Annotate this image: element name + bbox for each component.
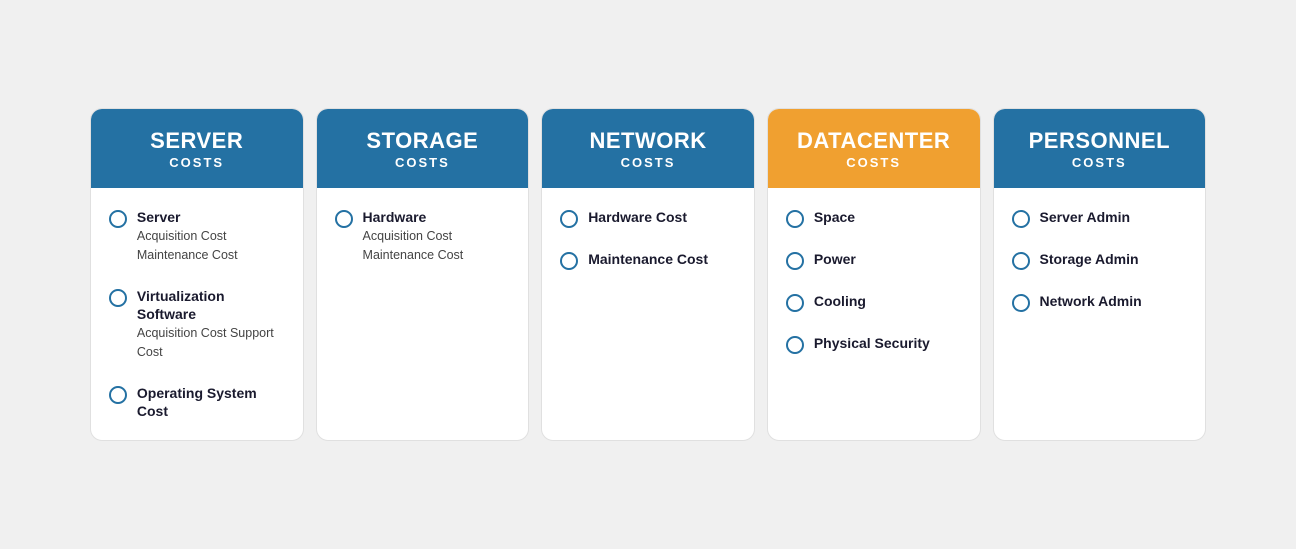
item-title: Hardware Cost bbox=[588, 208, 687, 226]
card-server: SERVER COSTS ServerAcquisition Cost Mainte… bbox=[90, 108, 304, 441]
circle-bullet-icon bbox=[109, 210, 127, 228]
item-title: Space bbox=[814, 208, 855, 226]
item-title: Server Admin bbox=[1040, 208, 1131, 226]
title-network: NETWORK bbox=[558, 129, 738, 153]
item-title: Physical Security bbox=[814, 334, 930, 352]
item-title: Server bbox=[137, 208, 285, 226]
list-item: Hardware Cost bbox=[560, 208, 736, 228]
circle-bullet-icon bbox=[560, 210, 578, 228]
header-server: SERVER COSTS bbox=[91, 109, 303, 188]
item-title: Storage Admin bbox=[1040, 250, 1139, 268]
title-server: SERVER bbox=[107, 129, 287, 153]
list-item: Power bbox=[786, 250, 962, 270]
list-item: ServerAcquisition Cost Maintenance Cost bbox=[109, 208, 285, 265]
circle-bullet-icon bbox=[335, 210, 353, 228]
list-item: Operating System Cost bbox=[109, 384, 285, 420]
main-container: SERVERCOSTSServerAcquisition Cost Mainte… bbox=[70, 88, 1226, 461]
item-title: Operating System Cost bbox=[137, 384, 285, 420]
item-content: Virtualization SoftwareAcquisition Cost … bbox=[137, 287, 285, 362]
title-datacenter: DATACENTER bbox=[784, 129, 964, 153]
header-datacenter: DATACENTER COSTS bbox=[768, 109, 980, 188]
card-network: NETWORK COSTS Hardware Cost Maintenance Cos… bbox=[541, 108, 755, 441]
list-item: HardwareAcquisition Cost Maintenance Cos… bbox=[335, 208, 511, 265]
body-server: ServerAcquisition Cost Maintenance Cost V… bbox=[91, 188, 303, 440]
list-item: Virtualization SoftwareAcquisition Cost … bbox=[109, 287, 285, 362]
body-network: Hardware Cost Maintenance Cost bbox=[542, 188, 754, 440]
circle-bullet-icon bbox=[109, 386, 127, 404]
item-content: Operating System Cost bbox=[137, 384, 285, 420]
card-datacenter: DATACENTER COSTS Space Power Cooling Physical… bbox=[767, 108, 981, 441]
body-personnel: Server Admin Storage Admin Network Admin bbox=[994, 188, 1206, 440]
item-title: Hardware bbox=[363, 208, 511, 226]
title-storage: STORAGE bbox=[333, 129, 513, 153]
item-title: Power bbox=[814, 250, 856, 268]
subtitle-storage: COSTS bbox=[333, 155, 513, 170]
item-content: ServerAcquisition Cost Maintenance Cost bbox=[137, 208, 285, 265]
header-storage: STORAGE COSTS bbox=[317, 109, 529, 188]
item-title: Network Admin bbox=[1040, 292, 1142, 310]
item-content: Server Admin bbox=[1040, 208, 1131, 226]
item-content: Physical Security bbox=[814, 334, 930, 352]
circle-bullet-icon bbox=[109, 289, 127, 307]
item-title: Cooling bbox=[814, 292, 866, 310]
item-sub: Acquisition Cost Maintenance Cost bbox=[363, 227, 511, 265]
card-personnel: PERSONNEL COSTS Server Admin Storage Admin N… bbox=[993, 108, 1207, 441]
item-title: Maintenance Cost bbox=[588, 250, 708, 268]
card-storage: STORAGE COSTS HardwareAcquisition Cost Mai… bbox=[316, 108, 530, 441]
item-content: Power bbox=[814, 250, 856, 268]
subtitle-personnel: COSTS bbox=[1010, 155, 1190, 170]
item-content: Cooling bbox=[814, 292, 866, 310]
body-storage: HardwareAcquisition Cost Maintenance Cos… bbox=[317, 188, 529, 440]
circle-bullet-icon bbox=[786, 294, 804, 312]
circle-bullet-icon bbox=[786, 252, 804, 270]
header-personnel: PERSONNEL COSTS bbox=[994, 109, 1206, 188]
circle-bullet-icon bbox=[1012, 210, 1030, 228]
item-content: Space bbox=[814, 208, 855, 226]
title-personnel: PERSONNEL bbox=[1010, 129, 1190, 153]
item-content: Hardware Cost bbox=[588, 208, 687, 226]
circle-bullet-icon bbox=[1012, 294, 1030, 312]
item-sub: Acquisition Cost Maintenance Cost bbox=[137, 227, 285, 265]
subtitle-network: COSTS bbox=[558, 155, 738, 170]
circle-bullet-icon bbox=[786, 336, 804, 354]
list-item: Network Admin bbox=[1012, 292, 1188, 312]
item-content: Maintenance Cost bbox=[588, 250, 708, 268]
item-content: Network Admin bbox=[1040, 292, 1142, 310]
subtitle-datacenter: COSTS bbox=[784, 155, 964, 170]
body-datacenter: Space Power Cooling Physical Security bbox=[768, 188, 980, 440]
list-item: Physical Security bbox=[786, 334, 962, 354]
list-item: Space bbox=[786, 208, 962, 228]
item-sub: Acquisition Cost Support Cost bbox=[137, 324, 285, 362]
circle-bullet-icon bbox=[786, 210, 804, 228]
item-content: HardwareAcquisition Cost Maintenance Cos… bbox=[363, 208, 511, 265]
circle-bullet-icon bbox=[560, 252, 578, 270]
list-item: Maintenance Cost bbox=[560, 250, 736, 270]
item-content: Storage Admin bbox=[1040, 250, 1139, 268]
subtitle-server: COSTS bbox=[107, 155, 287, 170]
list-item: Storage Admin bbox=[1012, 250, 1188, 270]
circle-bullet-icon bbox=[1012, 252, 1030, 270]
list-item: Server Admin bbox=[1012, 208, 1188, 228]
item-title: Virtualization Software bbox=[137, 287, 285, 323]
header-network: NETWORK COSTS bbox=[542, 109, 754, 188]
list-item: Cooling bbox=[786, 292, 962, 312]
